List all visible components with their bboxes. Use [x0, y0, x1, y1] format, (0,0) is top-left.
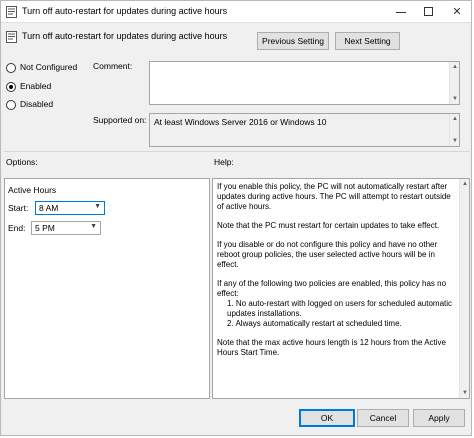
scroll-down-icon[interactable]: ▼ [450, 136, 460, 146]
policy-dialog: Turn off auto-restart for updates during… [0, 0, 472, 436]
comment-field[interactable]: ▲ ▼ [149, 61, 460, 105]
help-panel: If you enable this policy, the PC will n… [212, 178, 470, 399]
options-panel: Active Hours Start: 8 AM ▼ End: 5 PM ▼ [4, 178, 210, 399]
radio-button[interactable] [6, 63, 16, 73]
scroll-down-icon[interactable]: ▼ [460, 388, 470, 398]
divider [4, 151, 470, 152]
minimize-icon[interactable] [387, 1, 415, 23]
scroll-up-icon[interactable]: ▲ [450, 62, 460, 72]
start-label: Start: [8, 203, 29, 213]
radio-label: Not Configured [20, 62, 78, 72]
end-label: End: [8, 223, 26, 233]
supported-on-field: At least Windows Server 2016 or Windows … [149, 113, 460, 147]
scroll-up-icon[interactable]: ▲ [450, 114, 460, 124]
previous-setting-button[interactable]: Previous Setting [257, 32, 329, 50]
scroll-up-icon[interactable]: ▲ [460, 179, 470, 189]
help-list-item: 2. Always automatically restart at sched… [227, 319, 402, 328]
help-text: If you enable this policy, the PC will n… [217, 182, 455, 367]
comment-label: Comment: [93, 61, 133, 71]
help-paragraph: If you enable this policy, the PC will n… [217, 182, 451, 211]
options-label: Options: [6, 157, 38, 167]
chevron-down-icon: ▼ [94, 203, 101, 210]
scroll-down-icon[interactable]: ▼ [450, 94, 460, 104]
radio-button[interactable] [6, 100, 16, 110]
active-hours-title: Active Hours [8, 185, 57, 195]
apply-button[interactable]: Apply [413, 409, 465, 427]
supported-on-label: Supported on: [93, 115, 147, 125]
maximize-icon[interactable] [415, 1, 443, 23]
start-time-select[interactable]: 8 AM ▼ [35, 201, 105, 215]
ok-button[interactable]: OK [299, 409, 355, 427]
end-time-select[interactable]: 5 PM ▼ [31, 221, 101, 235]
help-paragraph: Note that the PC must restart for certai… [217, 221, 440, 230]
help-list-item: 1. No auto-restart with logged on users … [227, 299, 453, 318]
supported-scrollbar[interactable]: ▲ ▼ [449, 114, 459, 146]
radio-button[interactable] [6, 82, 16, 92]
help-paragraph: If any of the following two policies are… [217, 279, 447, 298]
radio-label: Disabled [20, 99, 54, 109]
help-paragraph: If you disable or do not configure this … [217, 240, 438, 269]
start-time-value: 8 AM [39, 203, 59, 213]
cancel-button[interactable]: Cancel [357, 409, 409, 427]
window-title: Turn off auto-restart for updates during… [22, 6, 228, 16]
help-scrollbar[interactable]: ▲ ▼ [459, 179, 469, 398]
help-paragraph: Note that the max active hours length is… [217, 338, 447, 357]
next-setting-button[interactable]: Next Setting [335, 32, 400, 50]
close-icon[interactable]: ✕ [443, 1, 471, 23]
end-time-value: 5 PM [35, 223, 55, 233]
supported-on-value: At least Windows Server 2016 or Windows … [154, 117, 327, 127]
help-label: Help: [214, 157, 234, 167]
policy-setting-icon [6, 6, 17, 18]
policy-name: Turn off auto-restart for updates during… [22, 31, 228, 41]
title-bar[interactable]: Turn off auto-restart for updates during… [1, 1, 471, 23]
comment-scrollbar[interactable]: ▲ ▼ [449, 62, 459, 104]
policy-setting-icon [6, 31, 17, 43]
radio-label: Enabled [20, 81, 52, 91]
chevron-down-icon: ▼ [90, 223, 97, 230]
